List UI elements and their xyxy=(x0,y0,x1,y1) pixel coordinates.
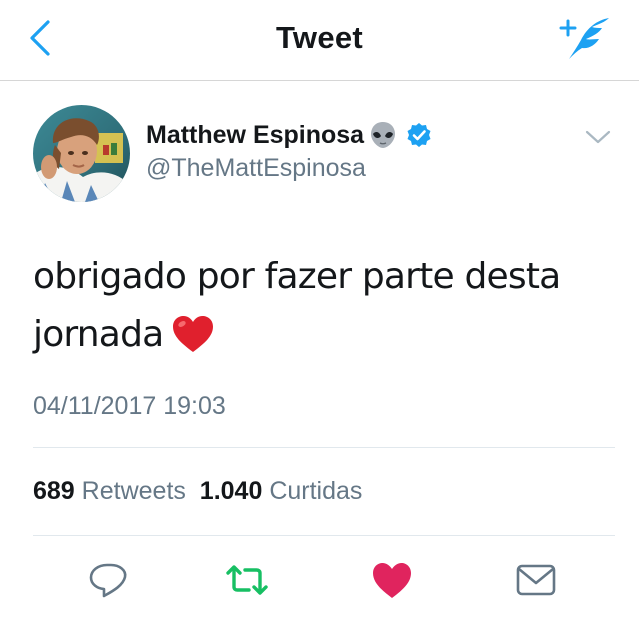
tweet-timestamp: 04/11/2017 19:03 xyxy=(33,392,226,420)
reply-button[interactable] xyxy=(87,558,131,602)
divider xyxy=(33,447,615,448)
verified-badge-icon xyxy=(407,123,431,147)
likes-label: Curtidas xyxy=(269,477,363,505)
page-title: Tweet xyxy=(275,20,364,55)
likes-count: 1.040 xyxy=(199,477,263,505)
author-handle[interactable]: @TheMattEspinosa xyxy=(146,154,366,183)
heart-icon xyxy=(373,563,411,598)
author-name[interactable]: Matthew Espinosa xyxy=(146,121,364,150)
chevron-down-icon xyxy=(585,130,611,144)
alien-emoji-icon xyxy=(371,122,396,148)
retweet-button[interactable] xyxy=(225,558,269,602)
retweets-count: 689 xyxy=(33,477,75,505)
avatar[interactable] xyxy=(33,105,130,202)
likes-stat[interactable]: 1.040 Curtidas xyxy=(200,477,363,505)
reply-icon xyxy=(89,563,127,598)
retweets-label: Retweets xyxy=(81,477,186,505)
author-name-row[interactable]: Matthew Espinosa xyxy=(146,118,432,152)
compose-tweet-icon xyxy=(559,18,609,59)
more-options-button[interactable] xyxy=(584,126,612,148)
red-heart-emoji-icon xyxy=(173,316,214,352)
top-navigation-bar: Tweet xyxy=(0,0,639,81)
retweet-icon xyxy=(226,565,268,595)
tweet-text-line-2: jornada xyxy=(33,306,593,364)
tweet-text: obrigado por fazer parte desta jornada xyxy=(33,248,593,364)
divider xyxy=(33,535,615,536)
like-button[interactable] xyxy=(370,558,414,602)
tweet-stats: 689 Retweets 1.040 Curtidas xyxy=(33,477,362,506)
tweet-text-line: obrigado por fazer parte desta xyxy=(33,256,561,297)
profile-photo xyxy=(33,105,130,202)
direct-message-button[interactable] xyxy=(514,558,558,602)
retweets-stat[interactable]: 689 Retweets xyxy=(33,477,186,505)
compose-tweet-button[interactable] xyxy=(553,14,613,62)
envelope-icon xyxy=(516,564,556,596)
tweet-text-line: jornada xyxy=(33,314,164,355)
